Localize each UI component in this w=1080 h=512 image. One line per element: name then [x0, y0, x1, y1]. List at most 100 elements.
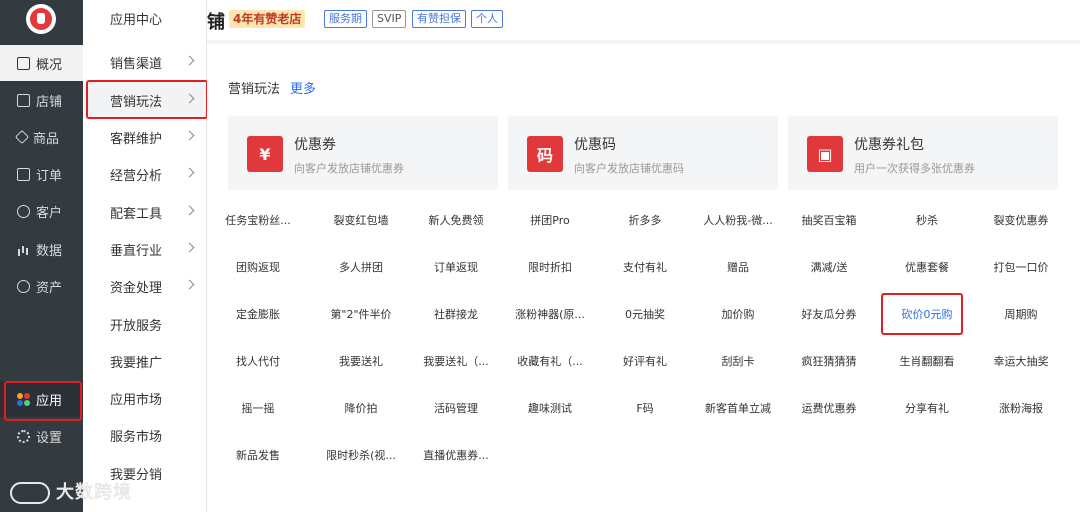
marketing-tool-item[interactable]: 活码管理	[408, 400, 504, 420]
marketing-tool-item[interactable]: 社群接龙	[408, 306, 504, 326]
marketing-tool-item[interactable]: 抽奖百宝箱	[781, 212, 877, 232]
marketing-tool-item[interactable]: 满减/送	[781, 259, 877, 279]
sidebar-item-settings[interactable]: 设置	[0, 418, 83, 454]
marketing-tool-item[interactable]: 分享有礼	[879, 400, 975, 420]
chevron-right-icon	[184, 279, 195, 290]
marketing-tool-item[interactable]: 加价购	[690, 306, 786, 326]
shop-age-badge: 4年有赞老店	[229, 10, 306, 28]
marketing-tool-item[interactable]: 摇一摇	[210, 400, 306, 420]
tag-personal[interactable]: 个人	[471, 10, 503, 28]
tag-guarantee[interactable]: 有赞担保	[412, 10, 466, 28]
card-coupon-code[interactable]: 码 优惠码 向客户发放店铺优惠码	[508, 116, 778, 190]
marketing-tool-item[interactable]: 幸运大抽奖	[973, 353, 1069, 373]
marketing-tool-item[interactable]: 好友瓜分券	[781, 306, 877, 326]
more-link[interactable]: 更多	[290, 78, 316, 97]
user-icon	[17, 204, 30, 218]
sidebar-item-goods[interactable]: 商品	[0, 119, 83, 155]
marketing-tool-item[interactable]: 折多多	[597, 212, 693, 232]
youzan-logo[interactable]	[26, 4, 56, 34]
submenu-item-service-market[interactable]: 服务市场	[83, 417, 207, 454]
marketing-tool-item[interactable]: 刮刮卡	[690, 353, 786, 373]
marketing-tool-item[interactable]: 打包一口价	[973, 259, 1069, 279]
card-title: 优惠码	[574, 137, 616, 153]
card-coupon-pack[interactable]: ▣ 优惠券礼包 用户一次获得多张优惠券	[788, 116, 1058, 190]
marketing-tool-item[interactable]: 生肖翻翻看	[879, 353, 975, 373]
submenu-item-sales-channel[interactable]: 销售渠道	[83, 44, 207, 81]
marketing-tool-item[interactable]: 涨粉海报	[973, 400, 1069, 420]
sidebar-item-label: 订单	[36, 168, 63, 184]
watermark: 大数跨境	[10, 478, 132, 504]
sidebar-item-shop[interactable]: 店铺	[0, 82, 83, 118]
highlight-frame-apps	[4, 381, 82, 421]
marketing-tool-item[interactable]: 运费优惠券	[781, 400, 877, 420]
marketing-tool-item[interactable]: 收藏有礼（...	[502, 353, 598, 373]
marketing-tool-item[interactable]: 找人代付	[210, 353, 306, 373]
submenu-label: 销售渠道	[110, 57, 163, 72]
marketing-tool-item[interactable]: 趣味测试	[502, 400, 598, 420]
sidebar-item-label: 数据	[36, 243, 63, 259]
watermark-logo-icon	[10, 482, 50, 504]
marketing-tool-item[interactable]: 优惠套餐	[879, 259, 975, 279]
submenu-item-promote[interactable]: 我要推广	[83, 343, 207, 380]
coupon-icon: ¥	[247, 136, 283, 172]
submenu-item-customer-care[interactable]: 客群维护	[83, 119, 207, 156]
submenu-label: 应用中心	[110, 13, 163, 28]
tag-svip[interactable]: SVIP	[372, 10, 407, 28]
marketing-tool-item[interactable]: 任务宝粉丝...	[210, 212, 306, 232]
sidebar-item-label: 商品	[33, 131, 60, 147]
marketing-tool-item[interactable]: 裂变红包墙	[313, 212, 409, 232]
marketing-tool-item[interactable]: 定金膨胀	[210, 306, 306, 326]
sidebar-item-label: 店铺	[36, 94, 63, 110]
marketing-tool-item[interactable]: 我要送礼（...	[408, 353, 504, 373]
marketing-tool-item[interactable]: 第"2"件半价	[313, 306, 409, 326]
submenu-label: 开放服务	[110, 319, 163, 334]
marketing-tool-item[interactable]: 新品发售	[210, 447, 306, 467]
sidebar-item-customers[interactable]: 客户	[0, 193, 83, 229]
marketing-tool-item[interactable]: 限时秒杀(视...	[313, 447, 409, 467]
sidebar-item-assets[interactable]: 资产	[0, 268, 83, 304]
sidebar-item-overview[interactable]: 概况	[0, 45, 83, 81]
marketing-tool-item[interactable]: 直播优惠券...	[408, 447, 504, 467]
chevron-right-icon	[184, 205, 195, 216]
marketing-tool-item[interactable]: 好评有礼	[597, 353, 693, 373]
marketing-tool-item[interactable]: 裂变优惠券	[973, 212, 1069, 232]
submenu-item-funds[interactable]: 资金处理	[83, 268, 207, 305]
marketing-tool-item[interactable]: 赠品	[690, 259, 786, 279]
marketing-tool-item[interactable]: 周期购	[973, 306, 1069, 326]
marketing-panel: 营销玩法 更多 ¥ 优惠券 向客户发放店铺优惠券 码 优惠码 向客户发放店铺优惠…	[207, 44, 1080, 512]
submenu-item-app-market[interactable]: 应用市场	[83, 380, 207, 417]
submenu-label: 配套工具	[110, 207, 163, 222]
submenu-label: 我要推广	[110, 356, 163, 371]
marketing-tool-item[interactable]: F码	[597, 400, 693, 420]
submenu-item-open-service[interactable]: 开放服务	[83, 306, 207, 343]
marketing-tool-item[interactable]: 秒杀	[879, 212, 975, 232]
marketing-tool-item[interactable]: 多人拼团	[313, 259, 409, 279]
marketing-tool-item[interactable]: 订单返现	[408, 259, 504, 279]
chevron-right-icon	[184, 167, 195, 178]
monitor-icon	[17, 56, 30, 70]
marketing-tool-item[interactable]: 人人粉我-微...	[690, 212, 786, 232]
submenu-item-analytics[interactable]: 经营分析	[83, 156, 207, 193]
marketing-tool-item[interactable]: 0元抽奖	[597, 306, 693, 326]
marketing-tool-item[interactable]: 新客首单立减	[690, 400, 786, 420]
submenu-item-tools[interactable]: 配套工具	[83, 194, 207, 231]
watermark-text: 大数跨境	[56, 482, 132, 503]
coin-icon	[17, 279, 30, 293]
submenu-label: 垂直行业	[110, 244, 163, 259]
marketing-tool-item[interactable]: 疯狂猜猜猜	[781, 353, 877, 373]
marketing-tool-item[interactable]: 限时折扣	[502, 259, 598, 279]
sidebar-item-data[interactable]: 数据	[0, 231, 83, 267]
marketing-tool-item[interactable]: 支付有礼	[597, 259, 693, 279]
tag-service-period[interactable]: 服务期	[324, 10, 367, 28]
marketing-tool-item[interactable]: 拼团Pro	[502, 212, 598, 232]
sidebar-item-orders[interactable]: 订单	[0, 156, 83, 192]
card-coupon[interactable]: ¥ 优惠券 向客户发放店铺优惠券	[228, 116, 498, 190]
marketing-tool-item[interactable]: 涨粉神器(原...	[502, 306, 598, 326]
submenu-item-app-center[interactable]: 应用中心	[83, 0, 207, 37]
marketing-tool-item[interactable]: 团购返现	[210, 259, 306, 279]
marketing-tool-item[interactable]: 新人免费领	[408, 212, 504, 232]
marketing-tool-item[interactable]: 我要送礼	[313, 353, 409, 373]
marketing-tool-item[interactable]: 降价拍	[313, 400, 409, 420]
submenu-item-industry[interactable]: 垂直行业	[83, 231, 207, 268]
highlight-frame-bargain	[881, 293, 963, 335]
